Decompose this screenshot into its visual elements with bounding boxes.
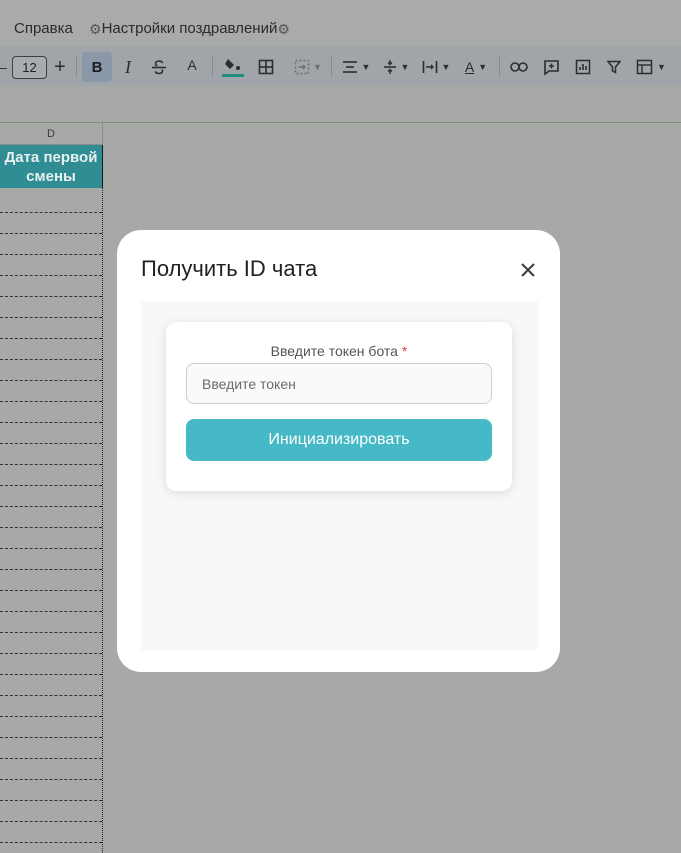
grid-row-line xyxy=(0,422,102,423)
chart-icon xyxy=(575,59,591,75)
comment-icon xyxy=(543,59,559,76)
grid-row-line xyxy=(0,674,102,675)
gear-icon: ⚙ xyxy=(89,21,102,37)
grid-row-line xyxy=(0,443,102,444)
grid-row-line xyxy=(0,275,102,276)
grid-row-line xyxy=(0,317,102,318)
header-cell-first-shift-date[interactable]: Дата первой смены xyxy=(0,145,103,188)
grid-row-line xyxy=(0,653,102,654)
borders-icon xyxy=(258,59,274,75)
bot-token-input[interactable] xyxy=(186,363,492,404)
dialog-title: Получить ID чата xyxy=(141,256,318,281)
close-button[interactable] xyxy=(517,259,539,281)
text-wrap-button[interactable]: ▼ xyxy=(419,54,453,80)
toolbar-divider xyxy=(212,56,213,76)
font-size-input[interactable]: 12 xyxy=(12,56,47,79)
grid-row-line xyxy=(0,842,102,843)
decrease-font-size-button[interactable]: – xyxy=(0,54,7,80)
merge-cells-button[interactable]: ▼ xyxy=(288,54,328,80)
initialize-button[interactable]: Инициализировать xyxy=(186,419,492,461)
grid-row-line xyxy=(0,800,102,801)
grid-row-line xyxy=(0,779,102,780)
chevron-down-icon: ▼ xyxy=(657,62,666,72)
token-form-card: Введите токен бота * Инициализировать xyxy=(166,322,512,491)
link-icon xyxy=(510,62,528,72)
toolbar: – 12 + B I A ▼ ▼ ▼ ▼ A ▼ xyxy=(0,46,681,86)
table-view-button[interactable]: ▼ xyxy=(633,54,669,80)
italic-button[interactable]: I xyxy=(118,54,138,80)
menu-congrats-settings[interactable]: ⚙Настройки поздравлений⚙ xyxy=(89,20,290,38)
token-field-label: Введите токен бота * xyxy=(166,343,512,359)
filter-icon xyxy=(607,60,621,74)
grid-row-line xyxy=(0,338,102,339)
grid-row-line xyxy=(0,380,102,381)
bold-button[interactable]: B xyxy=(82,52,112,82)
grid-row-line xyxy=(0,716,102,717)
grid-row-line xyxy=(0,233,102,234)
text-wrap-icon xyxy=(422,61,437,73)
text-rotation-icon: A xyxy=(464,59,475,75)
menu-help[interactable]: Справка xyxy=(14,20,73,38)
table-icon xyxy=(636,59,653,75)
grid-row-line xyxy=(0,695,102,696)
grid-row-line xyxy=(0,527,102,528)
insert-link-button[interactable] xyxy=(507,54,531,80)
chevron-down-icon: ▼ xyxy=(313,62,322,72)
filter-button[interactable] xyxy=(604,54,624,80)
menu-bar: Справка ⚙Настройки поздравлений⚙ xyxy=(0,0,681,46)
chevron-down-icon: ▼ xyxy=(441,62,451,72)
merge-icon xyxy=(294,59,310,75)
vertical-align-icon xyxy=(383,60,396,74)
menu-congrats-settings-label: Настройки поздравлений xyxy=(101,20,278,37)
grid-row-line xyxy=(0,401,102,402)
dialog-body: Введите токен бота * Инициализировать xyxy=(141,301,538,650)
increase-font-size-button[interactable]: + xyxy=(50,54,70,80)
grid-row-line xyxy=(0,212,102,213)
vertical-align-button[interactable]: ▼ xyxy=(379,54,413,80)
token-field-label-text: Введите токен бота xyxy=(270,343,398,359)
grid-row-line xyxy=(0,506,102,507)
close-icon xyxy=(521,263,535,277)
grid-row-line xyxy=(0,737,102,738)
horizontal-align-button[interactable]: ▼ xyxy=(339,54,373,80)
grid-row-line xyxy=(0,254,102,255)
chevron-down-icon: ▼ xyxy=(400,62,410,72)
plus-icon: + xyxy=(54,55,66,78)
formula-bar xyxy=(0,86,681,123)
grid-row-line xyxy=(0,359,102,360)
grid-row-line xyxy=(0,611,102,612)
paint-bucket-icon xyxy=(225,59,240,70)
fill-color-button[interactable] xyxy=(221,54,245,80)
text-color-icon: A xyxy=(187,56,197,73)
chevron-down-icon: ▼ xyxy=(478,62,488,72)
grid-row-line xyxy=(0,590,102,591)
grid-row-line xyxy=(0,485,102,486)
toolbar-divider xyxy=(331,56,332,76)
gear-icon: ⚙ xyxy=(277,21,290,37)
toolbar-divider xyxy=(76,56,77,76)
insert-comment-button[interactable] xyxy=(540,54,562,80)
strikethrough-icon xyxy=(152,60,166,75)
text-color-swatch xyxy=(184,73,200,77)
grid-row-line xyxy=(0,569,102,570)
toolbar-divider xyxy=(499,56,500,76)
align-center-icon xyxy=(342,61,357,73)
sheet-grid[interactable] xyxy=(0,188,103,853)
strikethrough-button[interactable] xyxy=(148,54,170,80)
required-mark: * xyxy=(401,343,408,359)
grid-row-line xyxy=(0,758,102,759)
grid-row-line xyxy=(0,464,102,465)
fill-color-swatch xyxy=(222,74,244,77)
grid-row-line xyxy=(0,632,102,633)
get-chat-id-dialog: Получить ID чата Введите токен бота * Ин… xyxy=(117,230,560,672)
grid-row-line xyxy=(0,296,102,297)
grid-row-line xyxy=(0,821,102,822)
text-color-button[interactable]: A xyxy=(180,54,204,80)
text-rotation-button[interactable]: A ▼ xyxy=(459,54,493,80)
chevron-down-icon: ▼ xyxy=(361,62,371,72)
grid-row-line xyxy=(0,548,102,549)
column-header-d[interactable]: D xyxy=(0,123,103,145)
borders-button[interactable] xyxy=(255,54,277,80)
insert-chart-button[interactable] xyxy=(572,54,594,80)
